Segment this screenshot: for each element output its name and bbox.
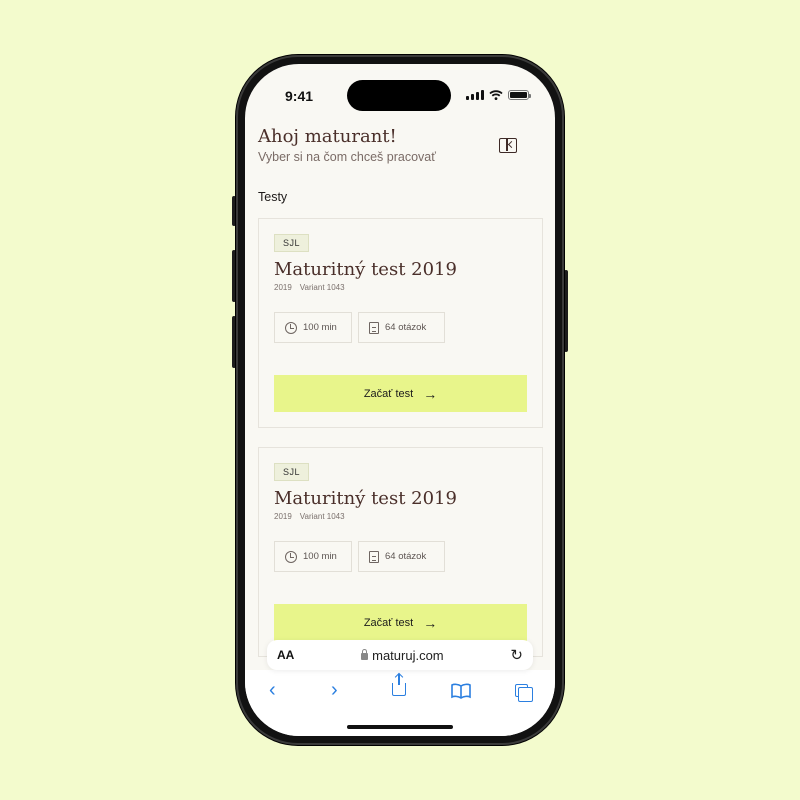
- questions-chip: 64 otázok: [358, 541, 445, 572]
- clock-icon: [285, 550, 297, 563]
- text-size-button[interactable]: AA: [277, 648, 294, 662]
- bookmarks-icon[interactable]: [451, 683, 471, 699]
- start-test-button[interactable]: Začať test →: [274, 604, 527, 641]
- start-test-label: Začať test: [363, 616, 414, 629]
- test-title: Maturitný test 2019: [274, 488, 457, 509]
- arrow-right-icon: →: [423, 385, 438, 402]
- test-meta: 2019 Variant 1043: [274, 512, 345, 521]
- home-indicator: [347, 725, 453, 729]
- cellular-signal-icon: [466, 90, 484, 100]
- tabs-icon[interactable]: [515, 684, 533, 702]
- address-bar[interactable]: AA maturuj.com ↻: [267, 640, 533, 670]
- clock-icon: [285, 321, 297, 334]
- power-button: [564, 270, 568, 352]
- questions-label: 64 otázok: [385, 322, 427, 333]
- battery-icon: [508, 90, 531, 100]
- test-meta: 2019 Variant 1043: [274, 283, 345, 292]
- forward-icon[interactable]: ›: [331, 680, 338, 700]
- phone-screen: 9:41 Ahoj maturant! Vyber si na čom chce…: [245, 64, 555, 736]
- document-icon: [369, 550, 379, 563]
- lock-icon: [361, 648, 369, 660]
- section-title-tests: Testy: [258, 190, 288, 204]
- subject-tag: SJL: [274, 234, 310, 252]
- status-time: 9:41: [285, 88, 314, 104]
- duration-label: 100 min: [303, 322, 337, 333]
- test-card: SJL Maturitný test 2019 2019 Variant 1043…: [258, 447, 543, 657]
- test-card: SJL Maturitný test 2019 2019 Variant 1043…: [258, 218, 543, 428]
- page-subtitle: Vyber si na čom chceš pracovať: [258, 150, 436, 164]
- document-icon: [369, 321, 379, 334]
- duration-chip: 100 min: [274, 541, 352, 572]
- url-field[interactable]: maturuj.com: [294, 648, 510, 663]
- questions-chip: 64 otázok: [358, 312, 445, 343]
- dynamic-island: [347, 80, 451, 111]
- test-variant: Variant 1043: [299, 512, 345, 521]
- sidebar-toggle-icon[interactable]: [499, 138, 517, 153]
- test-variant: Variant 1043: [299, 283, 345, 292]
- start-test-label: Začať test: [363, 387, 414, 400]
- test-year: 2019: [274, 283, 292, 292]
- test-title: Maturitný test 2019: [274, 259, 457, 280]
- url-text: maturuj.com: [372, 647, 444, 663]
- questions-label: 64 otázok: [385, 551, 427, 562]
- back-icon[interactable]: ‹: [269, 680, 276, 700]
- start-test-button[interactable]: Začať test →: [274, 375, 527, 412]
- subject-tag: SJL: [274, 463, 310, 481]
- reload-icon[interactable]: ↻: [510, 646, 523, 664]
- arrow-right-icon: →: [423, 614, 438, 631]
- browser-toolbar: ‹ ›: [245, 670, 555, 736]
- duration-chip: 100 min: [274, 312, 352, 343]
- page-title: Ahoj maturant!: [258, 126, 397, 147]
- status-icons: [466, 90, 531, 100]
- test-year: 2019: [274, 512, 292, 521]
- duration-label: 100 min: [303, 551, 337, 562]
- share-icon[interactable]: [392, 674, 406, 696]
- wifi-icon: [489, 90, 503, 100]
